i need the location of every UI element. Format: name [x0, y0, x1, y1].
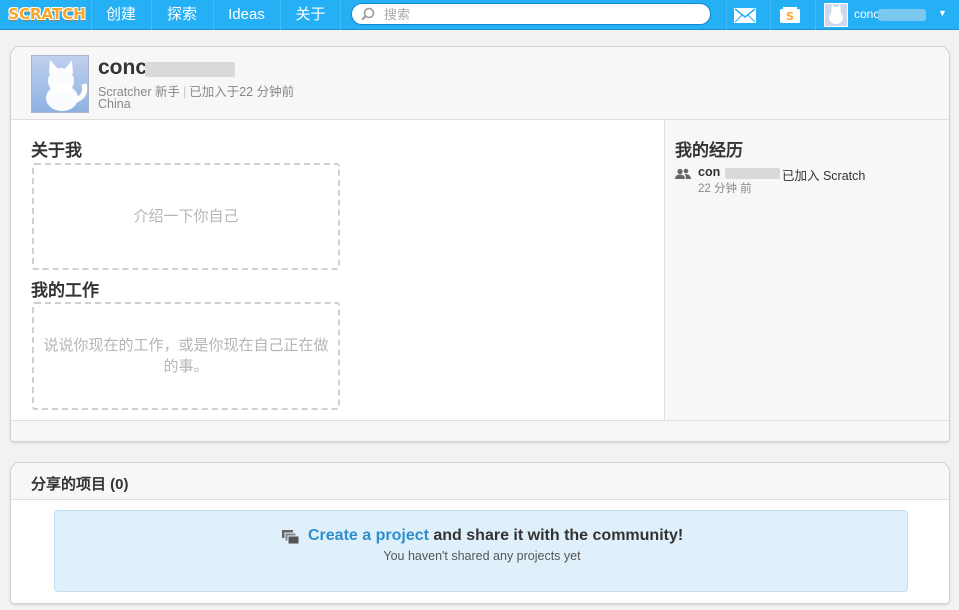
chevron-down-icon: ▼	[938, 8, 947, 18]
folder-stuff-icon: S	[779, 7, 800, 23]
empty-projects-panel: Create a project and share it with the c…	[54, 510, 908, 592]
profile-header: conc Scratcher 新手 | 已加入于22 分钟前 China	[11, 47, 949, 120]
no-projects-message: You haven't shared any projects yet	[383, 549, 581, 563]
profile-username: conc	[98, 56, 148, 79]
logo-text: SCRATCH	[8, 5, 86, 23]
account-username: conc	[854, 7, 880, 21]
shared-projects-card: 分享的项目 (0) Create a project and share it …	[10, 462, 950, 604]
profile-footer	[11, 420, 949, 441]
messages-button[interactable]	[726, 0, 762, 30]
nav-ideas[interactable]: Ideas	[213, 0, 279, 30]
nav-create[interactable]: 创建	[91, 0, 150, 30]
cat-avatar-icon	[829, 4, 843, 24]
working-on-title: 我的工作	[31, 281, 99, 300]
account-avatar	[824, 3, 848, 27]
profile-country: China	[98, 97, 131, 111]
divider: |	[182, 85, 187, 99]
scratch-logo[interactable]: SCRATCH	[8, 2, 86, 26]
search-bar[interactable]	[351, 3, 711, 25]
profile-avatar[interactable]	[31, 55, 89, 113]
working-on-field[interactable]: 说说你现在的工作，或是你现在自己正在做的事。	[32, 302, 340, 410]
activity-column: 我的经历 con 已加入 Scratch 22 分钟 前	[664, 120, 949, 420]
nav-about[interactable]: 关于	[280, 0, 341, 30]
history-title: 我的经历	[675, 141, 743, 160]
projects-icon	[282, 530, 300, 545]
profile-bio-column: 关于我 介绍一下你自己 我的工作 说说你现在的工作，或是你现在自己正在做的事。	[11, 120, 664, 420]
search-input[interactable]	[384, 5, 704, 23]
cat-avatar-icon	[46, 60, 88, 111]
redacted-username	[725, 168, 780, 179]
history-action: 已加入 Scratch	[782, 169, 866, 183]
svg-text:S: S	[786, 10, 794, 23]
profile-card: conc Scratcher 新手 | 已加入于22 分钟前 China 关于我 介…	[10, 46, 950, 442]
search-icon	[361, 7, 375, 21]
cta-text: and share it with the community!	[428, 527, 684, 544]
users-icon	[675, 168, 691, 179]
about-me-field[interactable]: 介绍一下你自己	[32, 163, 340, 270]
top-nav-bar: SCRATCH 创建 探索 Ideas 关于 S	[0, 0, 959, 30]
my-stuff-button[interactable]: S	[770, 0, 808, 30]
joined-label: 已加入于22 分钟前	[189, 85, 295, 99]
create-project-cta: Create a project and share it with the c…	[308, 527, 683, 545]
history-time: 22 分钟 前	[698, 183, 752, 195]
about-me-title: 关于我	[31, 141, 82, 160]
history-username[interactable]: con	[698, 165, 720, 179]
account-menu[interactable]: conc ▼	[815, 0, 959, 30]
nav-explore[interactable]: 探索	[151, 0, 212, 30]
shared-projects-header: 分享的项目 (0)	[11, 463, 949, 500]
about-me-placeholder: 介绍一下你自己	[133, 208, 239, 225]
shared-projects-title: 分享的项目 (0)	[31, 476, 129, 493]
envelope-icon	[733, 7, 756, 23]
working-on-placeholder: 说说你现在的工作，或是你现在自己正在做的事。	[43, 337, 329, 375]
create-project-link[interactable]: Create a project	[308, 527, 429, 544]
redacted-username	[145, 62, 235, 77]
redacted-username	[878, 9, 926, 21]
